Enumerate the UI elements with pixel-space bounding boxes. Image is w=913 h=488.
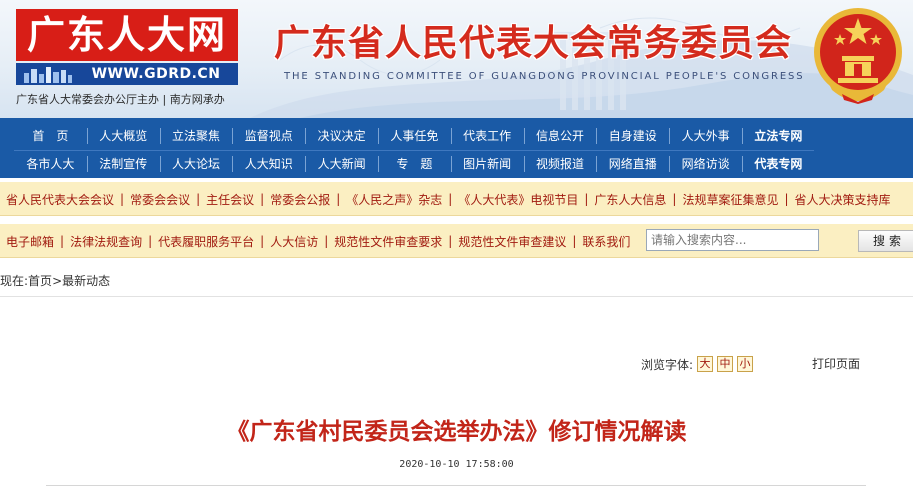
quicklink-separator: |: [336, 192, 341, 206]
quicklink-separator: |: [260, 234, 265, 248]
breadcrumb-home-link[interactable]: 首页: [28, 274, 52, 288]
quicklink-separator: |: [448, 192, 453, 206]
nav-item-legislation-focus[interactable]: 立法聚焦: [159, 123, 233, 149]
quicklink-law-search[interactable]: 法律法规查询: [70, 233, 142, 250]
site-subtitle: THE STANDING COMMITTEE OF GUANGDONG PROV…: [284, 71, 805, 82]
quicklink-separator: |: [784, 192, 789, 206]
logo-text: 广东人大网: [16, 9, 238, 61]
quicklink-standing-committee-meeting[interactable]: 常委会会议: [130, 191, 190, 208]
nav-item-topics[interactable]: 专 题: [377, 151, 451, 177]
national-emblem-icon: [814, 8, 902, 104]
quicklink-petitions[interactable]: 人大信访: [270, 233, 318, 250]
nav-item-home[interactable]: 首 页: [14, 123, 87, 149]
nav-item-forum[interactable]: 人大论坛: [159, 151, 233, 177]
quicklink-review-requirements[interactable]: 规范性文件审查要求: [334, 233, 442, 250]
quicklink-tv-program[interactable]: 《人大代表》电视节目: [458, 191, 578, 208]
nav-item-info-disclosure[interactable]: 信息公开: [523, 123, 597, 149]
quicklinks-bar-1: 省人民代表大会会议 | 常委会会议 | 主任会议 | 常委会公报 | 《人民之声…: [0, 182, 913, 216]
logo-url-bar: WWW.GDRD.CN: [16, 63, 238, 85]
nav-item-legislation-portal[interactable]: 立法专网: [741, 123, 815, 149]
breadcrumb: 现在:首页>最新动态: [0, 268, 913, 294]
quicklink-separator: |: [260, 192, 265, 206]
nav-item-online-interviews[interactable]: 网络访谈: [669, 151, 742, 177]
quicklink-separator: |: [572, 234, 577, 248]
quicklink-gazette[interactable]: 常委会公报: [270, 191, 330, 208]
nav-item-appointments[interactable]: 人事任免: [377, 123, 451, 149]
font-size-medium-button[interactable]: 中: [717, 356, 734, 372]
main-nav-row-2: 各市人大 法制宣传 人大论坛 人大知识 人大新闻 专 题 图片新闻 视频报道 网…: [14, 151, 815, 179]
quicklink-director-meeting[interactable]: 主任会议: [206, 191, 254, 208]
quicklink-separator: |: [324, 234, 329, 248]
quicklink-separator: |: [148, 234, 153, 248]
search-input[interactable]: [646, 229, 819, 251]
nav-item-photo-news[interactable]: 图片新闻: [450, 151, 524, 177]
font-size-small-button[interactable]: 小: [737, 356, 754, 372]
nav-item-legal-publicity[interactable]: 法制宣传: [86, 151, 160, 177]
font-size-label: 浏览字体:: [641, 357, 694, 372]
article-title: 《广东省村民委员会选举办法》修订情况解读: [226, 419, 687, 445]
nav-item-live-broadcast[interactable]: 网络直播: [596, 151, 669, 177]
site-header: 广东人大网 WWW.GDRD.CN 广东省人大常委会办公厅主办 | 南方网承办 …: [0, 0, 913, 118]
nav-item-video-reports[interactable]: 视频报道: [523, 151, 597, 177]
nav-item-resolutions[interactable]: 决议决定: [305, 123, 378, 149]
breadcrumb-prefix: 现在:: [0, 274, 29, 288]
quicklink-separator: |: [448, 234, 453, 248]
breadcrumb-separator: >: [52, 274, 63, 288]
main-nav-row-1: 首 页 人大概览 立法聚焦 监督视点 决议决定 人事任免 代表工作 信息公开 自…: [14, 123, 815, 151]
site-logo[interactable]: 广东人大网 WWW.GDRD.CN: [16, 9, 238, 85]
nav-item-news[interactable]: 人大新闻: [305, 151, 378, 177]
nav-item-deputy-portal[interactable]: 代表专网: [741, 151, 815, 177]
print-page-link[interactable]: 打印页面: [812, 355, 860, 372]
breadcrumb-current[interactable]: 最新动态: [62, 274, 110, 288]
quicklink-separator: |: [584, 192, 589, 206]
quicklink-separator: |: [120, 192, 125, 206]
sponsor-text: 广东省人大常委会办公厅主办 | 南方网承办: [16, 93, 225, 106]
city-skyline-icon: [24, 67, 72, 83]
nav-item-supervision[interactable]: 监督视点: [232, 123, 305, 149]
quicklink-magazine[interactable]: 《人民之声》杂志: [346, 191, 442, 208]
quicklink-provincial-congress-session[interactable]: 省人民代表大会会议: [6, 191, 114, 208]
nav-item-self-building[interactable]: 自身建设: [596, 123, 669, 149]
quicklink-separator: |: [196, 192, 201, 206]
nav-item-overview[interactable]: 人大概览: [86, 123, 160, 149]
nav-item-knowledge[interactable]: 人大知识: [232, 151, 305, 177]
font-size-controls: 浏览字体: 大 中 小: [641, 355, 754, 373]
nav-item-foreign-affairs[interactable]: 人大外事: [669, 123, 742, 149]
search-button[interactable]: 搜索: [858, 230, 913, 252]
nav-item-city-congresses[interactable]: 各市人大: [14, 151, 87, 177]
quicklink-separator: |: [60, 234, 65, 248]
article-date: 2020-10-10 17:58:00: [399, 459, 514, 470]
quicklink-review-suggestions[interactable]: 规范性文件审查建议: [458, 233, 566, 250]
quicklink-congress-info[interactable]: 广东人大信息: [594, 191, 666, 208]
quicklink-email[interactable]: 电子邮箱: [6, 233, 54, 250]
article-divider: [46, 485, 866, 486]
logo-url: WWW.GDRD.CN: [91, 66, 221, 82]
quicklink-deputy-service-platform[interactable]: 代表履职服务平台: [158, 233, 254, 250]
quicklink-decision-support[interactable]: 省人大决策支持库: [795, 191, 891, 208]
font-size-large-button[interactable]: 大: [697, 356, 714, 372]
nav-item-deputy-work[interactable]: 代表工作: [450, 123, 524, 149]
site-title: 广东省人民代表大会常务委员会: [274, 22, 793, 64]
quicklink-separator: |: [672, 192, 677, 206]
breadcrumb-divider: [0, 296, 913, 297]
quicklink-contact-us[interactable]: 联系我们: [582, 233, 630, 250]
quicklinks-bar-2: 电子邮箱 | 法律法规查询 | 代表履职服务平台 | 人大信访 | 规范性文件审…: [0, 224, 913, 258]
quicklink-draft-comments[interactable]: 法规草案征集意见: [682, 191, 778, 208]
